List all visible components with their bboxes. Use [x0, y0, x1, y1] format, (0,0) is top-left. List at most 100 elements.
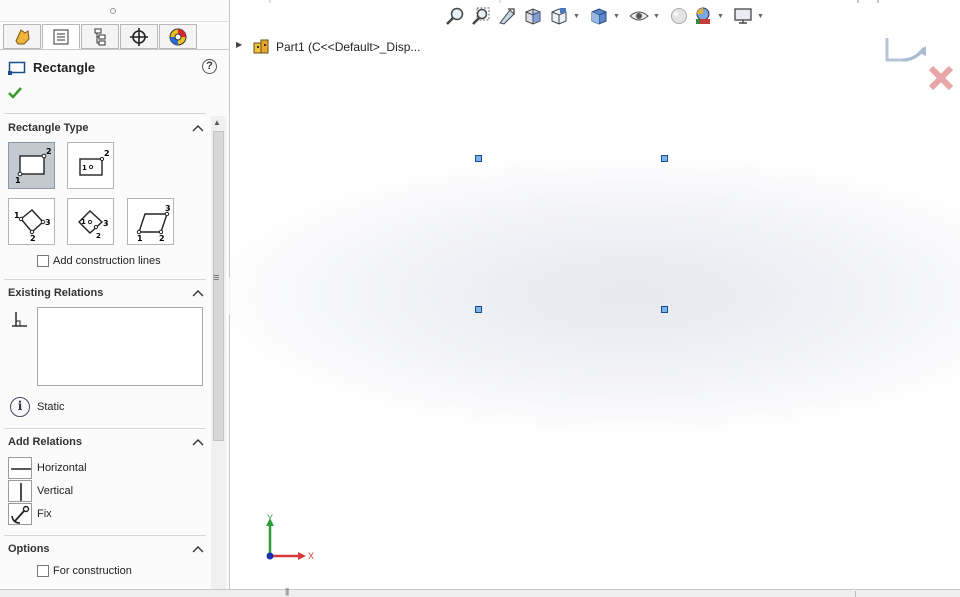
- tab-feature-manager[interactable]: [3, 24, 41, 49]
- panel-top-grip[interactable]: [0, 0, 229, 22]
- tab-dimxpert-manager[interactable]: [120, 24, 158, 49]
- panel-scrollbar[interactable]: ▲: [211, 116, 226, 589]
- existing-relations-list[interactable]: [37, 307, 203, 386]
- 3-point-corner-rectangle-button[interactable]: 1 2 3: [8, 198, 55, 245]
- rectangle-corner-handle[interactable]: [475, 306, 482, 313]
- exit-sketch-icon[interactable]: [885, 38, 926, 62]
- tab-configuration-manager[interactable]: [81, 24, 119, 49]
- section-label: Existing Relations: [8, 287, 104, 299]
- parallelogram-button[interactable]: 1 2 3: [127, 198, 174, 245]
- triad-y-label: Y: [267, 513, 273, 523]
- parallelogram-icon: 1 2 3: [136, 204, 170, 242]
- horizontal-relation-button[interactable]: [8, 457, 32, 479]
- monitor-icon[interactable]: [733, 6, 753, 26]
- corner-rectangle-icon: 12: [15, 147, 52, 185]
- manager-tabs: [0, 22, 229, 50]
- relation-label-fix[interactable]: Fix: [37, 508, 52, 520]
- 3-point-corner-rectangle-icon: 1 2 3: [14, 208, 50, 242]
- svg-text:1: 1: [82, 164, 87, 172]
- top-edge-marks: [269, 0, 879, 3]
- corner-rectangle-button[interactable]: 12: [8, 142, 55, 189]
- section-add-relations-header[interactable]: Add Relations: [8, 435, 208, 451]
- divider: [4, 113, 206, 114]
- relation-label-horizontal[interactable]: Horizontal: [37, 462, 87, 474]
- rectangle-corner-handle[interactable]: [661, 155, 668, 162]
- zoom-area-icon[interactable]: [471, 6, 491, 26]
- tab-property-manager[interactable]: [42, 24, 80, 49]
- rectangle-icon: [8, 61, 26, 75]
- svg-text:1: 1: [15, 176, 21, 185]
- section-existing-relations-header[interactable]: Existing Relations: [8, 286, 208, 302]
- help-icon[interactable]: ?: [202, 59, 217, 74]
- divider: [4, 279, 206, 280]
- splitter-grip-icon[interactable]: ≡: [213, 272, 219, 284]
- svg-text:3: 3: [103, 219, 109, 228]
- property-manager-panel: Rectangle ? Rectangle Type 12 12 123 123…: [0, 0, 230, 589]
- relation-label-vertical[interactable]: Vertical: [37, 485, 73, 497]
- bottom-scroll-bar[interactable]: |||: [0, 587, 960, 597]
- chevron-down-icon[interactable]: ▼: [613, 13, 620, 20]
- chevron-down-icon[interactable]: ▼: [653, 13, 660, 20]
- chevron-down-icon[interactable]: ▼: [717, 13, 724, 20]
- chevron-up-icon[interactable]: [192, 288, 204, 298]
- vertical-relation-button[interactable]: [8, 480, 32, 502]
- edit-appearance-icon[interactable]: [669, 6, 689, 26]
- rectangle-corner-handle[interactable]: [475, 155, 482, 162]
- tab-display-manager[interactable]: [159, 24, 197, 49]
- relations-icon: [12, 312, 27, 327]
- previous-view-icon[interactable]: [497, 6, 517, 26]
- zoom-to-fit-icon[interactable]: [445, 6, 465, 26]
- center-rectangle-button[interactable]: 12: [67, 142, 114, 189]
- 3-point-center-rectangle-button[interactable]: 1 23: [67, 198, 114, 245]
- section-rectangle-type-header[interactable]: Rectangle Type: [8, 121, 208, 137]
- view-orientation-icon[interactable]: [549, 6, 569, 26]
- apply-scene-icon[interactable]: [693, 6, 713, 26]
- rectangle-corner-handle[interactable]: [661, 306, 668, 313]
- section-label: Add Relations: [8, 436, 82, 448]
- reference-triad: Y X: [266, 513, 314, 561]
- triad-origin: [266, 552, 274, 560]
- for-construction-checkbox[interactable]: [37, 565, 49, 577]
- info-icon: i: [10, 397, 30, 417]
- confirmation-corner: [885, 38, 954, 91]
- chevron-down-icon[interactable]: ▼: [757, 13, 764, 20]
- cancel-x-icon[interactable]: [928, 65, 954, 91]
- configuration-manager-icon: [94, 28, 106, 45]
- scrollbar-thumb[interactable]: [213, 131, 224, 441]
- feature-manager-icon: [15, 28, 30, 44]
- fix-relation-button[interactable]: [8, 503, 32, 525]
- scroll-up-arrow-icon[interactable]: ▲: [213, 118, 221, 127]
- add-construction-lines-checkbox[interactable]: [37, 255, 49, 267]
- heads-up-view-toolbar: ▼ ▼ ▼ ▼ ▼: [445, 6, 775, 28]
- feature-tree-part-label[interactable]: Part1 (C<<Default>_Disp...: [276, 40, 420, 54]
- section-label: Options: [8, 543, 50, 555]
- splitter-grip-icon[interactable]: |||: [285, 587, 289, 596]
- horizontal-scrollbar[interactable]: [855, 591, 960, 597]
- divider: [4, 535, 206, 536]
- svg-text:2: 2: [46, 147, 52, 156]
- graphics-area[interactable]: ▼ ▼ ▼ ▼ ▼ ▶ Part1 (C<<Default>_Disp... Y…: [230, 0, 960, 589]
- hide-show-items-icon[interactable]: [629, 6, 649, 26]
- svg-text:1: 1: [137, 234, 143, 242]
- status-text: Static: [37, 401, 65, 413]
- chevron-down-icon[interactable]: ▼: [573, 13, 580, 20]
- section-options-header[interactable]: Options: [8, 542, 208, 558]
- property-manager-header: Rectangle ?: [0, 56, 229, 80]
- page-title: Rectangle: [33, 60, 96, 75]
- for-construction-label: For construction: [53, 565, 132, 577]
- add-construction-lines-label: Add construction lines: [53, 255, 161, 267]
- section-view-icon[interactable]: [523, 6, 543, 26]
- vertical-relation-icon: [20, 483, 22, 501]
- svg-text:2: 2: [159, 234, 165, 242]
- chevron-up-icon[interactable]: [192, 437, 204, 447]
- section-label: Rectangle Type: [8, 122, 89, 134]
- display-style-icon[interactable]: [589, 6, 609, 26]
- center-rectangle-icon: 12: [78, 149, 109, 176]
- chevron-up-icon[interactable]: [192, 123, 204, 133]
- svg-text:2: 2: [30, 234, 36, 242]
- tree-expand-icon[interactable]: ▶: [236, 40, 242, 49]
- horizontal-relation-icon: [11, 468, 31, 470]
- chevron-up-icon[interactable]: [192, 544, 204, 554]
- triad-x-arrow: [298, 552, 306, 560]
- ok-checkmark-icon[interactable]: [8, 86, 22, 100]
